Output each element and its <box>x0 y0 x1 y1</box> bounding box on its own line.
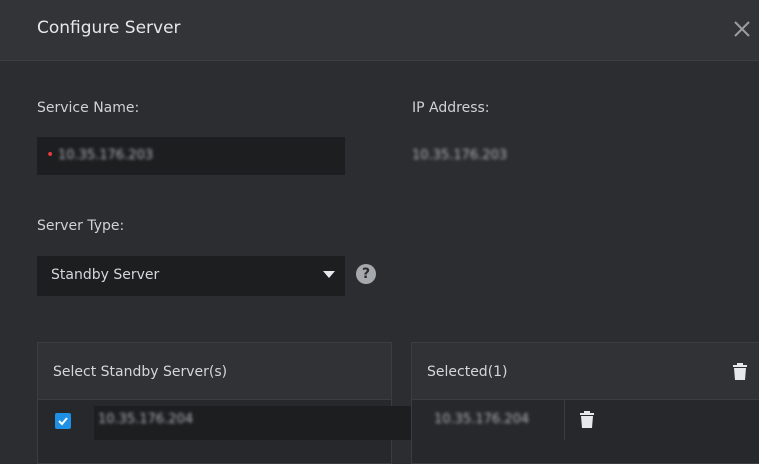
selected-title: Selected(1) <box>427 364 508 380</box>
server-type-value: Standby Server <box>51 267 160 283</box>
ip-address-label: IP Address: <box>412 100 490 116</box>
help-icon[interactable]: ? <box>356 264 376 284</box>
service-name-value: 10.35.176.203 <box>58 148 154 163</box>
server-type-select[interactable]: Standby Server <box>37 256 345 296</box>
row-divider <box>564 400 565 440</box>
checkbox[interactable] <box>55 413 71 429</box>
list-item[interactable]: 10.35.176.204 <box>38 400 402 440</box>
select-standby-panel: Select Standby Server(s) 10.35.176.204 <box>37 342 402 464</box>
dialog-title: Configure Server <box>37 18 181 38</box>
ip-address-value: 10.35.176.203 <box>412 148 508 163</box>
required-marker: • <box>46 147 55 163</box>
dialog-header: Configure Server <box>0 0 759 61</box>
selected-header: Selected(1) <box>412 343 759 400</box>
configure-server-dialog: Configure Server Service Name: IP Addres… <box>0 0 759 464</box>
list-row-extension <box>372 406 412 440</box>
selected-panel: Selected(1) 10.35.176.204 <box>411 342 759 464</box>
selected-server-value: 10.35.176.204 <box>434 412 530 427</box>
trash-all-icon[interactable] <box>733 362 747 384</box>
service-name-input[interactable]: • 10.35.176.203 <box>37 137 345 175</box>
trash-icon[interactable] <box>580 410 594 432</box>
server-type-label: Server Type: <box>37 218 125 234</box>
select-standby-header: Select Standby Server(s) <box>38 343 391 400</box>
standby-server-value: 10.35.176.204 <box>98 412 194 427</box>
service-name-label: Service Name: <box>37 100 140 116</box>
chevron-down-icon <box>323 271 335 278</box>
list-item: 10.35.176.204 <box>412 400 759 440</box>
select-standby-title: Select Standby Server(s) <box>53 364 228 380</box>
close-icon[interactable] <box>727 14 757 44</box>
